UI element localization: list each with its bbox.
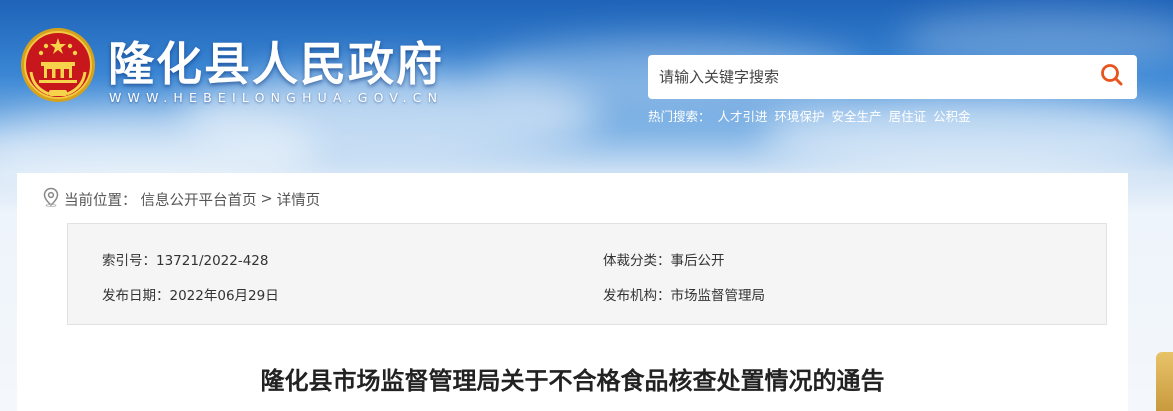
meta-index: 索引号：13721/2022-428 bbox=[102, 249, 269, 269]
meta-category-label: 体裁分类： bbox=[603, 253, 671, 269]
hot-search-item-safety[interactable]: 安全生产 bbox=[832, 106, 882, 125]
meta-org-value: 市场监督管理局 bbox=[670, 288, 766, 304]
hot-search-item-talent[interactable]: 人才引进 bbox=[718, 106, 768, 125]
search-input[interactable] bbox=[648, 55, 1087, 99]
article-title: 隆化县市场监督管理局关于不合格食品核查处置情况的通告 bbox=[260, 367, 885, 395]
search-button[interactable] bbox=[1087, 55, 1137, 99]
hot-search-item-environment[interactable]: 环境保护 bbox=[775, 106, 825, 125]
search-icon bbox=[1100, 63, 1124, 91]
location-pin-icon bbox=[42, 187, 60, 211]
hot-search-item-residence[interactable]: 居住证 bbox=[889, 106, 927, 125]
meta-date-value: 2022年06月29日 bbox=[169, 288, 279, 304]
meta-org-label: 发布机构： bbox=[603, 288, 671, 304]
search-bar bbox=[648, 55, 1137, 99]
decorative-image bbox=[1156, 352, 1173, 411]
meta-category: 体裁分类：事后公开 bbox=[603, 249, 725, 269]
meta-index-label: 索引号： bbox=[102, 253, 156, 269]
site-url: WWW.HEBEILONGHUA.GOV.CN bbox=[109, 90, 444, 105]
breadcrumb: 当前位置： 信息公开平台首页 > 详情页 bbox=[42, 187, 320, 211]
meta-index-value: 13721/2022-428 bbox=[156, 253, 269, 269]
hot-search: 热门搜索： 人才引进 环境保护 安全生产 居住证 公积金 bbox=[648, 106, 971, 125]
national-emblem-icon bbox=[19, 26, 97, 104]
breadcrumb-home-link[interactable]: 信息公开平台首页 bbox=[141, 189, 257, 210]
site-title[interactable]: 隆化县人民政府 bbox=[108, 28, 444, 94]
meta-category-value: 事后公开 bbox=[670, 253, 725, 269]
hot-search-item-fund[interactable]: 公积金 bbox=[933, 106, 971, 125]
content-panel: 当前位置： 信息公开平台首页 > 详情页 索引号：13721/2022-428 … bbox=[17, 173, 1128, 411]
hot-search-label: 热门搜索： bbox=[648, 109, 711, 124]
breadcrumb-current: 详情页 bbox=[276, 192, 321, 209]
meta-date: 发布日期：2022年06月29日 bbox=[102, 284, 279, 304]
document-meta-box: 索引号：13721/2022-428 体裁分类：事后公开 发布日期：2022年0… bbox=[67, 223, 1107, 325]
meta-date-label: 发布日期： bbox=[102, 288, 170, 304]
breadcrumb-prefix: 当前位置： bbox=[64, 192, 137, 209]
meta-org: 发布机构：市场监督管理局 bbox=[603, 284, 765, 304]
breadcrumb-separator: > bbox=[260, 191, 273, 207]
